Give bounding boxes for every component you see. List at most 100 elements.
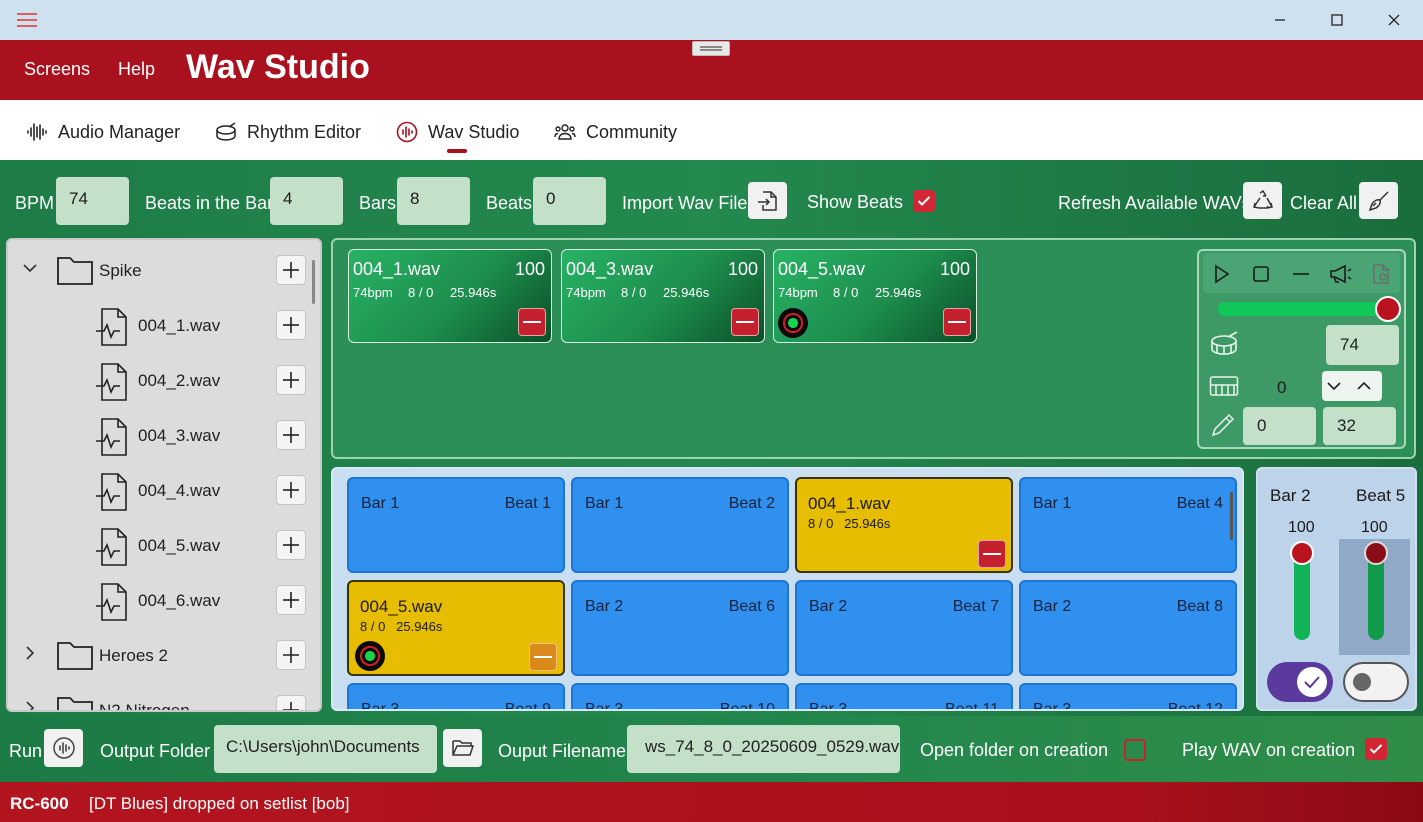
chevron-right-icon[interactable] (24, 645, 36, 661)
menu-help[interactable]: Help (118, 59, 155, 80)
output-folder-input[interactable]: C:\Users\john\Documents (214, 725, 437, 773)
tree-folder-heroes-2[interactable]: Heroes 2 (8, 630, 308, 680)
tree-file-item[interactable]: 004_6.wav (8, 575, 308, 625)
remove-beat-button[interactable] (978, 540, 1006, 568)
bars-input[interactable]: 8 (397, 177, 470, 225)
add-folder-button[interactable] (276, 640, 306, 670)
mixer-right-toggle[interactable] (1343, 662, 1409, 702)
beat-cell[interactable]: Bar 2 Beat 6 (571, 580, 789, 676)
wav-card-bpm: 74bpm (778, 285, 818, 300)
remove-wav-button[interactable] (731, 308, 759, 336)
target-icon (778, 308, 808, 338)
tree-file-item[interactable]: 004_1.wav (8, 300, 308, 350)
open-folder-checkbox[interactable] (1124, 739, 1146, 761)
tree-folder-spike[interactable]: Spike (8, 245, 308, 295)
drag-handle[interactable] (692, 41, 730, 56)
wav-card-bars-beats: 8 / 0 (621, 285, 647, 300)
file-settings-icon[interactable] (1361, 259, 1401, 289)
hamburger-icon[interactable] (14, 10, 40, 30)
stop-icon[interactable] (1241, 259, 1281, 289)
mixer-right-thumb[interactable] (1364, 541, 1388, 565)
run-button[interactable] (44, 729, 83, 767)
mixer-left-thumb[interactable] (1290, 541, 1314, 565)
wav-card-bpm: 74bpm (353, 285, 393, 300)
beat-cell[interactable]: Bar 1 Beat 4 (1019, 477, 1237, 573)
beat-cell[interactable]: Bar 3 Beat 11 (795, 683, 1013, 709)
beat-cell[interactable]: Bar 2 Beat 7 (795, 580, 1013, 676)
player-panel: 74 0 0 32 (1197, 249, 1406, 449)
beat-cell[interactable]: Bar 1 Beat 1 (347, 477, 565, 573)
tab-audio-manager[interactable]: Audio Manager (26, 120, 180, 144)
add-folder-button[interactable] (276, 255, 306, 285)
remove-wav-button[interactable] (943, 308, 971, 336)
wav-card[interactable]: 004_1.wav 100 74bpm 8 / 0 25.946s (348, 249, 552, 343)
tree-file-item[interactable]: 004_2.wav (8, 355, 308, 405)
beats-input[interactable]: 0 (533, 177, 606, 225)
beat-cell[interactable]: Bar 2 Beat 8 (1019, 580, 1237, 676)
beat-cell[interactable]: Bar 3 Beat 10 (571, 683, 789, 709)
beat-cell-assigned[interactable]: 004_1.wav 8 / 0 25.946s (795, 477, 1013, 573)
tab-community[interactable]: Community (554, 120, 677, 144)
add-file-button[interactable] (276, 585, 306, 615)
beats-grid-scrollbar[interactable] (1230, 492, 1233, 540)
wav-studio-icon (396, 121, 418, 143)
player-bpm-input[interactable]: 74 (1326, 325, 1399, 365)
range-start-input[interactable]: 0 (1243, 407, 1316, 445)
maximize-icon[interactable] (1309, 0, 1365, 40)
output-filename-input[interactable]: ws_74_8_0_20250609_0529.wav (627, 725, 900, 773)
volume-slider-thumb[interactable] (1375, 296, 1401, 322)
beat-cell-assigned[interactable]: 004_5.wav 8 / 0 25.946s (347, 580, 565, 676)
minus-icon[interactable] (1281, 259, 1321, 289)
play-icon[interactable] (1201, 259, 1241, 289)
menu-screens[interactable]: Screens (24, 59, 90, 80)
audio-file-icon (94, 417, 130, 457)
chevron-right-icon[interactable] (24, 700, 36, 710)
add-file-button[interactable] (276, 420, 306, 450)
add-folder-button[interactable] (276, 695, 306, 710)
bpm-input[interactable]: 74 (56, 177, 129, 225)
close-icon[interactable] (1366, 0, 1422, 40)
play-wav-checkbox[interactable] (1365, 738, 1387, 760)
volume-slider-track[interactable] (1218, 302, 1388, 316)
tab-wav-studio[interactable]: Wav Studio (396, 120, 519, 144)
mixer-left-slider[interactable] (1294, 553, 1310, 640)
beat-cell[interactable]: Bar 3 Beat 9 (347, 683, 565, 709)
beat-cell[interactable]: Bar 1 Beat 2 (571, 477, 789, 573)
mixer-left-toggle[interactable] (1267, 662, 1333, 702)
remove-wav-button[interactable] (518, 308, 546, 336)
add-file-button[interactable] (276, 310, 306, 340)
show-beats-checkbox[interactable] (913, 190, 935, 212)
minimize-icon[interactable] (1252, 0, 1308, 40)
clear-all-button[interactable] (1359, 182, 1398, 219)
browse-folder-button[interactable] (443, 729, 482, 767)
import-wav-button[interactable] (748, 182, 787, 219)
beat-bar-label: Bar 1 (1033, 495, 1072, 512)
beat-bar-label: Bar 2 (585, 598, 624, 615)
add-file-button[interactable] (276, 365, 306, 395)
wav-card[interactable]: 004_3.wav 100 74bpm 8 / 0 25.946s (561, 249, 765, 343)
mixer-right-slider[interactable] (1368, 553, 1384, 640)
add-file-button[interactable] (276, 530, 306, 560)
refresh-wavs-button[interactable] (1243, 182, 1282, 219)
beats-in-bar-input[interactable]: 4 (270, 177, 343, 225)
range-end-input[interactable]: 32 (1323, 407, 1396, 445)
chevron-up-icon[interactable] (1355, 377, 1373, 395)
add-file-button[interactable] (276, 475, 306, 505)
beat-cell[interactable]: Bar 3 Beat 12 (1019, 683, 1237, 709)
chevron-down-icon[interactable] (1325, 377, 1343, 395)
tree-file-item[interactable]: 004_3.wav (8, 410, 308, 460)
chevron-down-icon[interactable] (22, 262, 38, 274)
wav-card[interactable]: 004_5.wav 100 74bpm 8 / 0 25.946s (773, 249, 977, 343)
wav-card-volume: 100 (939, 259, 970, 279)
active-tab-indicator (447, 149, 467, 153)
megaphone-icon[interactable] (1321, 259, 1361, 289)
tree-folder-n2-nitrogen[interactable]: N2 Nitrogen (8, 685, 308, 710)
tab-rhythm-editor[interactable]: Rhythm Editor (215, 120, 361, 144)
tree-file-item[interactable]: 004_4.wav (8, 465, 308, 515)
tree-scrollbar[interactable] (312, 260, 315, 304)
remove-beat-button[interactable] (529, 643, 557, 671)
tree-file-item[interactable]: 004_5.wav (8, 520, 308, 570)
bars-label: Bars (359, 193, 397, 213)
mixer-bar-label: Bar 2 (1270, 486, 1311, 505)
play-wav-label: Play WAV on creation (1182, 740, 1356, 760)
